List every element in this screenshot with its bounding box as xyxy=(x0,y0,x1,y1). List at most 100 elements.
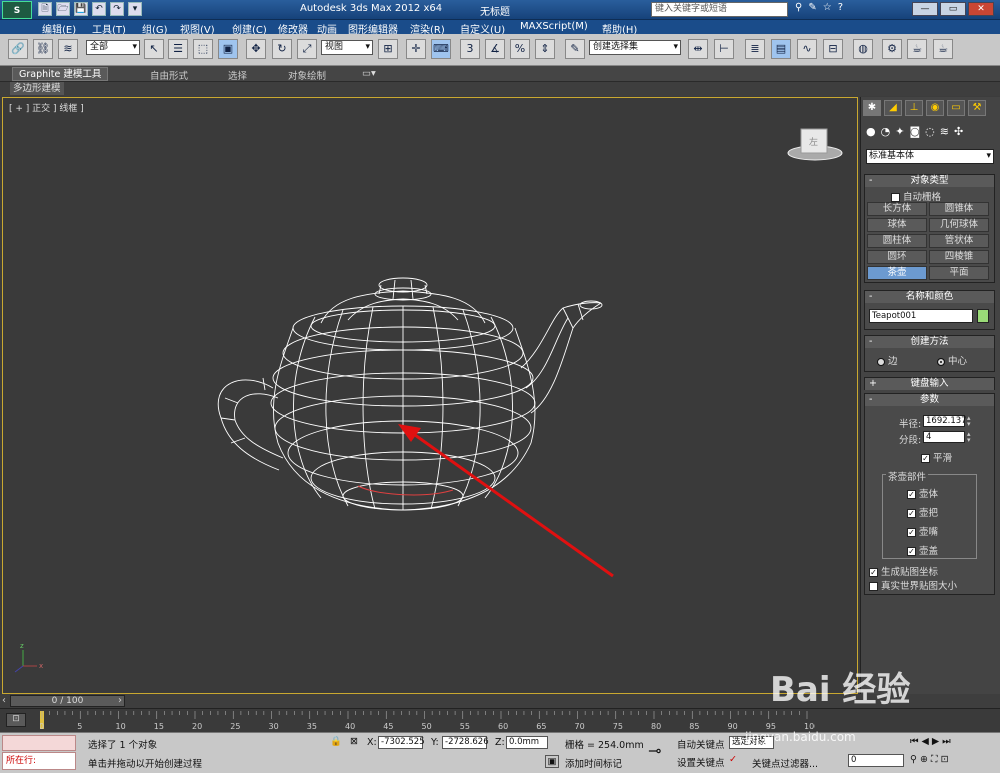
angle-snap-icon[interactable]: ∡ xyxy=(485,39,505,59)
view-cube[interactable]: 左 xyxy=(787,128,843,161)
save-icon[interactable]: 💾 xyxy=(74,2,88,16)
playback-controls[interactable]: ⏮◀▶⏭ xyxy=(910,736,954,747)
render-frame-icon[interactable]: ☕ xyxy=(907,39,927,59)
curve-editor-icon[interactable]: ∿ xyxy=(797,39,817,59)
create-tab-icon[interactable]: ✱ xyxy=(863,100,881,116)
creation-method-header[interactable]: - 创建方法 xyxy=(865,336,994,348)
set-key-button[interactable]: 设置关键点 xyxy=(677,755,725,769)
open-file-icon[interactable]: 🗁 xyxy=(56,2,70,16)
absolute-mode-icon[interactable]: ⊠ xyxy=(350,736,358,747)
object-type-header[interactable]: - 对象类型 xyxy=(865,175,994,187)
systems-icon[interactable]: ✣ xyxy=(954,125,963,138)
modify-tab-icon[interactable]: ◢ xyxy=(884,100,902,116)
render-production-icon[interactable]: ☕ xyxy=(933,39,953,59)
search-input[interactable]: 键入关键字或短语 xyxy=(651,2,788,17)
box-button[interactable]: 长方体 xyxy=(867,202,927,216)
segments-input[interactable]: 4 xyxy=(923,431,965,443)
rotate-icon[interactable]: ↻ xyxy=(272,39,292,59)
body-checkbox[interactable]: ✓ 壶体 xyxy=(907,486,938,500)
utilities-tab-icon[interactable]: ⚒ xyxy=(968,100,986,116)
slider-right-arrow-icon[interactable]: › xyxy=(118,695,122,706)
helpers-icon[interactable]: ◌ xyxy=(925,125,935,138)
tab-object-paint[interactable]: 对象绘制 xyxy=(288,68,326,82)
pivot-icon[interactable]: ⊞ xyxy=(378,39,398,59)
edge-radio[interactable]: 边 xyxy=(877,353,898,367)
category-dropdown[interactable]: 标准基本体 xyxy=(866,149,994,164)
geosphere-button[interactable]: 几何球体 xyxy=(929,218,989,232)
keyboard-entry-header[interactable]: + 键盘输入 xyxy=(865,378,994,390)
real-world-map-checkbox[interactable]: 真实世界贴图大小 xyxy=(869,578,957,592)
viewport[interactable]: [ + ] 正交 ] 线框 ] 左 z x xyxy=(2,97,858,694)
hierarchy-tab-icon[interactable]: ⊥ xyxy=(905,100,923,116)
track-bar[interactable]: ⊡ 0 5 10 15 20 25 30 35 40 45 50 55 60 65 70 75 80 85 90 95… xyxy=(0,708,1000,732)
key-filter-icon[interactable]: ✓ xyxy=(729,754,737,765)
edit-named-sets-icon[interactable]: ✎ xyxy=(565,39,585,59)
maximize-button[interactable]: ▭ xyxy=(940,2,966,16)
named-selection-dropdown[interactable]: 创建选择集 xyxy=(589,40,681,55)
undo-icon[interactable]: ↶ xyxy=(92,2,106,16)
maxscript-listener[interactable] xyxy=(2,735,76,751)
cameras-icon[interactable]: ◙ xyxy=(909,125,920,138)
spinner-snap-icon[interactable]: ⇕ xyxy=(535,39,555,59)
tab-selection[interactable]: 选择 xyxy=(228,68,247,82)
mini-curve-editor-icon[interactable]: ⊡ xyxy=(6,713,26,727)
binoculars-icon[interactable]: ⚲ xyxy=(795,2,802,13)
new-file-icon[interactable]: 🗎 xyxy=(38,2,52,16)
align-icon[interactable]: ⊢ xyxy=(714,39,734,59)
radius-spinner[interactable]: ▴ ▾ xyxy=(967,415,974,428)
display-tab-icon[interactable]: ▭ xyxy=(947,100,965,116)
polygon-modeling-tab[interactable]: 多边形建模 xyxy=(10,82,64,95)
radius-input[interactable]: 1692.137 xyxy=(923,415,967,427)
ref-coord-dropdown[interactable]: 视图 xyxy=(321,40,373,55)
ribbon-options-icon[interactable]: ▭▾ xyxy=(362,68,376,79)
auto-key-button[interactable]: 自动关键点 xyxy=(677,737,725,751)
render-setup-icon[interactable]: ⚙ xyxy=(882,39,902,59)
gen-map-coords-checkbox[interactable]: ✓ 生成贴图坐标 xyxy=(869,564,938,578)
z-coord-field[interactable]: 0.0mm xyxy=(506,736,548,749)
lights-icon[interactable]: ✦ xyxy=(895,125,904,138)
scale-icon[interactable]: ⤢ xyxy=(297,39,317,59)
key-icon[interactable]: ⊸ xyxy=(648,741,661,760)
parameters-header[interactable]: - 参数 xyxy=(865,394,994,406)
name-color-header[interactable]: - 名称和颜色 xyxy=(865,291,994,303)
segments-spinner[interactable]: ▴ ▾ xyxy=(967,431,974,444)
geometry-icon[interactable]: ● xyxy=(866,125,876,138)
bind-space-warp-icon[interactable]: ≋ xyxy=(58,39,78,59)
tab-freeform[interactable]: 自由形式 xyxy=(150,68,188,82)
key-filters-button[interactable]: 关键点过滤器... xyxy=(752,756,818,770)
select-object-icon[interactable]: ↖ xyxy=(144,39,164,59)
lid-checkbox[interactable]: ✓ 壶盖 xyxy=(907,543,938,557)
wrench-icon[interactable]: ✎ xyxy=(808,2,816,13)
select-by-name-icon[interactable]: ☰ xyxy=(168,39,188,59)
handle-checkbox[interactable]: ✓ 壶把 xyxy=(907,505,938,519)
center-radio[interactable]: 中心 xyxy=(937,353,967,367)
object-color-swatch[interactable] xyxy=(977,309,989,323)
menu-maxscript[interactable]: MAXScript(M) xyxy=(520,21,588,32)
app-logo-icon[interactable]: S xyxy=(2,1,32,19)
snap-3d-icon[interactable]: 3 xyxy=(460,39,480,59)
pyramid-button[interactable]: 四棱锥 xyxy=(929,250,989,264)
x-coord-field[interactable]: -7302.525 xyxy=(378,736,425,749)
spout-checkbox[interactable]: ✓ 壶嘴 xyxy=(907,524,938,538)
mirror-icon[interactable]: ⇹ xyxy=(688,39,708,59)
cone-button[interactable]: 圆锥体 xyxy=(929,202,989,216)
slider-left-arrow-icon[interactable]: ‹ xyxy=(2,695,6,706)
teapot-button[interactable]: 茶壶 xyxy=(867,266,927,280)
cylinder-button[interactable]: 圆柱体 xyxy=(867,234,927,248)
shapes-icon[interactable]: ◔ xyxy=(881,125,891,138)
viewport-nav-controls[interactable]: ⚲⊕⛶⊡ xyxy=(910,754,952,765)
keyboard-shortcut-icon[interactable]: ⌨ xyxy=(431,39,451,59)
motion-tab-icon[interactable]: ◉ xyxy=(926,100,944,116)
star-icon[interactable]: ☆ xyxy=(823,2,832,13)
time-slider[interactable]: 0 / 100 xyxy=(10,695,125,707)
help-icon[interactable]: ? xyxy=(838,2,843,13)
teapot-wireframe[interactable] xyxy=(217,277,603,511)
tube-button[interactable]: 管状体 xyxy=(929,234,989,248)
auto-grid-checkbox[interactable]: 自动栅格 xyxy=(891,189,941,203)
time-tag-icon[interactable]: ▣ xyxy=(545,755,559,768)
torus-button[interactable]: 圆环 xyxy=(867,250,927,264)
graphite-toggle-icon[interactable]: ▤ xyxy=(771,39,791,59)
minimize-button[interactable]: — xyxy=(912,2,938,16)
frame-field[interactable]: 0 xyxy=(848,754,904,767)
percent-snap-icon[interactable]: % xyxy=(510,39,530,59)
